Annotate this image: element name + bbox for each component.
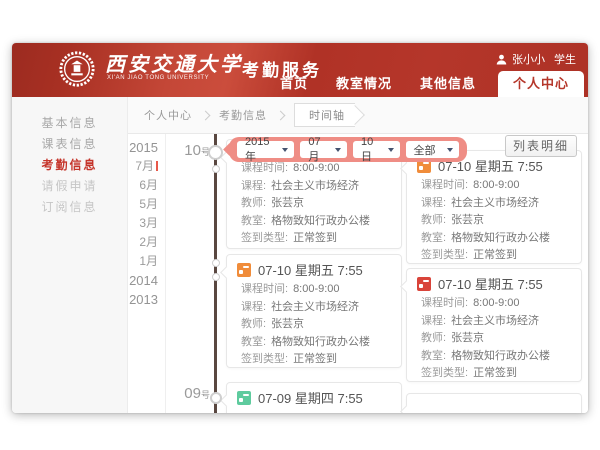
card-field-teacher: 教师:张芸京: [241, 316, 393, 334]
card-title: 07-10 星期五 7:55: [438, 274, 543, 293]
user-role: 学生: [554, 51, 576, 67]
breadcrumb: 个人中心 考勤信息 时间轴: [128, 97, 588, 134]
breadcrumb-personal-center[interactable]: 个人中心: [144, 107, 192, 123]
timeline-dot: [208, 145, 223, 160]
card-title: 07-09 星期四 7:55: [258, 388, 363, 407]
breadcrumb-timeline[interactable]: 时间轴: [294, 103, 355, 127]
chevron-down-icon: [388, 148, 394, 152]
attendance-card: 07-09 星期四 7:55: [226, 382, 402, 413]
card-field-teacher: 教师:张芸京: [421, 212, 573, 230]
timeline-period-june[interactable]: 6月: [128, 176, 158, 195]
timeline-period-february[interactable]: 2月: [128, 233, 158, 252]
page: 西安交通大学 XI'AN JIAO TONG UNIVERSITY 考勤服务 张…: [0, 0, 600, 450]
red-attendance-icon: [417, 277, 431, 291]
day-marker-10: 10号: [176, 142, 210, 160]
card-field-teacher: 教师:张芸京: [421, 330, 573, 348]
sidebar-item-schedule-info[interactable]: 课表信息: [12, 134, 127, 154]
orange-attendance-icon: [237, 263, 251, 277]
year-select[interactable]: 2015年: [237, 141, 294, 158]
nav-personal-center[interactable]: 个人中心: [498, 71, 584, 97]
card-field-classroom: 教室:格物致知行政办公楼: [421, 348, 573, 366]
scope-select[interactable]: 全部: [406, 141, 459, 158]
attendance-card: 07-10 星期五 7:55 课程时间:8:00-9:00 课程:社会主义市场经…: [406, 150, 582, 264]
green-attendance-icon: [237, 391, 251, 405]
timeline-filter-bar: 2015年 07月 10日 全部: [229, 137, 467, 162]
attendance-card-partial: [406, 393, 582, 413]
timeline-period-list: 2015 7月 6月 5月 3月 2月 1月 2014 2013: [128, 138, 158, 309]
nav-other-info[interactable]: 其他信息: [406, 71, 490, 97]
sidebar-item-leave-request[interactable]: 请假申请: [12, 176, 127, 196]
card-field-classroom: 教室:格物致知行政办公楼: [241, 334, 393, 352]
chevron-down-icon: [447, 148, 453, 152]
sidebar-item-attendance-info[interactable]: 考勤信息: [12, 155, 127, 175]
breadcrumb-attendance-info[interactable]: 考勤信息: [219, 107, 267, 123]
timeline-dot: [212, 259, 220, 267]
day-select[interactable]: 10日: [353, 141, 400, 158]
user-icon: [496, 54, 507, 65]
card-field-signin-type: 签到类型:正常签到: [241, 351, 393, 369]
card-field-course: 课程:社会主义市场经济: [421, 195, 573, 213]
user-info[interactable]: 张小小 学生: [496, 51, 576, 67]
card-field-course-time: 课程时间:8:00-9:00: [421, 177, 573, 195]
card-field-course: 课程:社会主义市场经济: [241, 178, 393, 196]
card-field-signin-type: 签到类型:正常签到: [241, 230, 393, 248]
nav-classrooms[interactable]: 教室情况: [322, 71, 406, 97]
card-field-course-time: 课程时间:8:00-9:00: [241, 281, 393, 299]
card-field-classroom: 教室:格物致知行政办公楼: [241, 213, 393, 231]
card-field-course: 课程:社会主义市场经济: [241, 299, 393, 317]
card-field-course: 课程:社会主义市场经济: [421, 313, 573, 331]
card-title: 07-10 星期五 7:55: [258, 260, 363, 279]
nav-home[interactable]: 首页: [266, 71, 322, 97]
card-field-course-time: 课程时间:8:00-9:00: [421, 295, 573, 313]
chevron-down-icon: [282, 148, 288, 152]
chevron-right-icon: [201, 110, 211, 120]
timeline-content: 2015 7月 6月 5月 3月 2月 1月 2014 2013 10号 09号: [128, 134, 588, 413]
sidebar-item-subscription-info[interactable]: 订阅信息: [12, 197, 127, 217]
list-detail-button[interactable]: 列表明细: [505, 135, 577, 157]
card-field-teacher: 教师:张芸京: [241, 195, 393, 213]
university-name-en: XI'AN JIAO TONG UNIVERSITY: [107, 75, 209, 81]
chevron-down-icon: [335, 148, 341, 152]
timeline-period-may[interactable]: 5月: [128, 195, 158, 214]
app-header: 西安交通大学 XI'AN JIAO TONG UNIVERSITY 考勤服务 张…: [12, 43, 588, 97]
day-marker-09: 09号: [176, 385, 210, 403]
timeline-period-january[interactable]: 1月: [128, 252, 158, 271]
top-nav: 首页 教室情况 其他信息 个人中心: [266, 71, 586, 97]
app-body: 基本信息 课表信息 考勤信息 请假申请 订阅信息 个人中心 考勤信息 时间轴: [12, 97, 588, 413]
timeline-period-march[interactable]: 3月: [128, 214, 158, 233]
card-field-signin-type: 签到类型:正常签到: [421, 365, 573, 383]
chevron-right-icon: [276, 110, 286, 120]
user-name: 张小小: [512, 51, 545, 67]
period-divider-line: [165, 134, 166, 413]
app-window: 西安交通大学 XI'AN JIAO TONG UNIVERSITY 考勤服务 张…: [12, 43, 588, 413]
card-field-classroom: 教室:格物致知行政办公楼: [421, 230, 573, 248]
sidebar-item-basic-info[interactable]: 基本信息: [12, 113, 127, 133]
university-name-cn: 西安交通大学: [105, 48, 243, 77]
timeline-dot: [212, 165, 220, 173]
month-select[interactable]: 07月: [300, 141, 347, 158]
attendance-card: 07-10 星期五 7:55 课程时间:8:00-9:00 课程:社会主义市场经…: [226, 254, 402, 368]
timeline-period-2013[interactable]: 2013: [128, 290, 158, 309]
attendance-card: 07-10 星期五 7:55 课程时间:8:00-9:00 课程:社会主义市场经…: [406, 268, 582, 382]
timeline-period-july[interactable]: 7月: [128, 157, 158, 176]
university-seal-icon: [58, 50, 96, 88]
main-panel: 个人中心 考勤信息 时间轴 2015 7月 6月 5月 3月 2月 1: [128, 97, 588, 413]
card-field-signin-type: 签到类型:正常签到: [421, 247, 573, 265]
timeline-dot: [210, 392, 222, 404]
timeline-period-2014[interactable]: 2014: [128, 271, 158, 290]
sidebar: 基本信息 课表信息 考勤信息 请假申请 订阅信息: [12, 97, 128, 413]
timeline-dot: [212, 273, 220, 281]
timeline-period-2015[interactable]: 2015: [128, 138, 158, 157]
